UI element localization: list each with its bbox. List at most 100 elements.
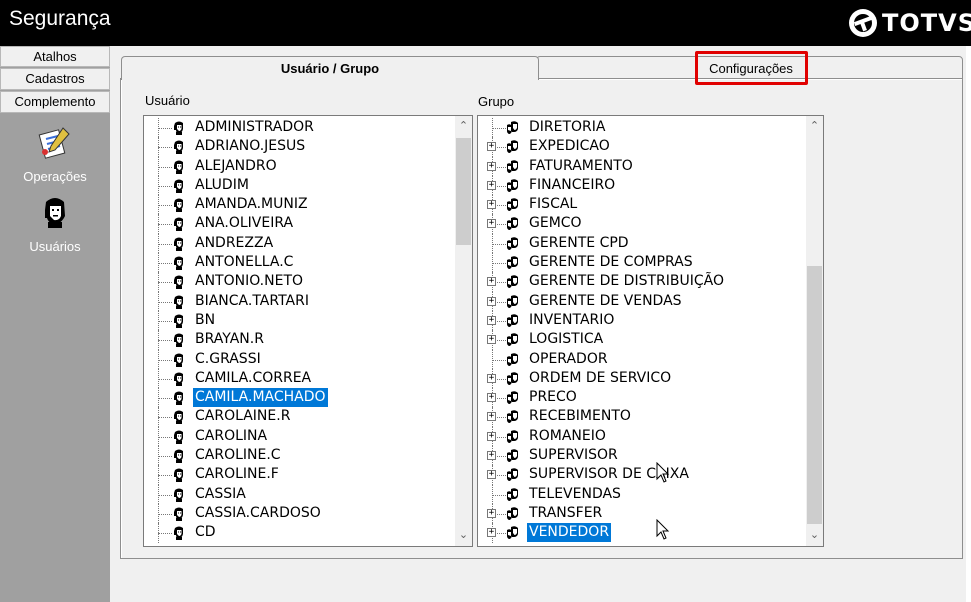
list-item[interactable]: + RECEBIMENTO [478, 407, 806, 427]
list-item[interactable]: + ROMANEIO [478, 426, 806, 447]
expand-icon[interactable]: + [487, 431, 496, 441]
list-item[interactable]: + GERENTE DE VENDAS [478, 291, 806, 311]
list-item[interactable]: DIRETORIA [478, 118, 806, 138]
list-item[interactable]: + FINANCEIRO [478, 175, 806, 196]
group-tree-scrollbar[interactable]: ⌃ ⌄ [806, 116, 823, 546]
list-item[interactable]: BRAYAN.R [144, 330, 455, 350]
list-item[interactable]: + LOGISTICA [478, 330, 806, 350]
list-item[interactable]: AMANDA.MUNIZ [144, 195, 455, 215]
list-item[interactable]: + ORDEM DE SERVICO [478, 368, 806, 389]
tree-line [158, 494, 172, 496]
list-item[interactable]: GERENTE CPD [478, 233, 806, 254]
list-item[interactable]: CAROLAINE.R [144, 407, 455, 427]
scroll-down-icon[interactable]: ⌄ [455, 527, 472, 544]
expand-icon[interactable]: + [487, 451, 496, 461]
list-item-label: FISCAL [529, 196, 578, 213]
list-item[interactable]: BN [144, 310, 455, 331]
list-item[interactable]: + SUPERVISOR [478, 446, 806, 466]
expand-icon[interactable]: + [487, 219, 496, 229]
expand-icon[interactable]: + [487, 277, 496, 287]
expand-icon[interactable]: + [487, 200, 496, 210]
list-item[interactable]: ADRIANO.JESUS [144, 137, 455, 157]
list-item-label: BN [195, 311, 216, 328]
tab-usuario-grupo[interactable]: Usuário / Grupo [121, 56, 539, 80]
list-item[interactable]: + VENDEDOR [478, 523, 806, 543]
tree-line [492, 359, 506, 361]
list-item[interactable]: BIANCA.TARTARI [144, 291, 455, 311]
list-item[interactable]: ALUDIM [144, 175, 455, 196]
title-bar: Segurança TOTVS [0, 0, 971, 46]
list-item-label: CAROLAINE.R [195, 408, 291, 425]
window-title: Segurança [9, 7, 111, 30]
list-item[interactable]: ANA.OLIVEIRA [144, 214, 455, 234]
expand-icon[interactable]: + [487, 412, 496, 422]
tab-cadastros[interactable]: Cadastros [0, 68, 110, 90]
list-item-label: GERENTE DE COMPRAS [529, 254, 693, 271]
sidebar-item-usuarios[interactable]: Usuários [0, 194, 110, 254]
list-item[interactable]: ANTONELLA.C [144, 253, 455, 273]
user-icon [174, 295, 183, 309]
expand-icon[interactable]: + [487, 470, 496, 480]
expand-icon[interactable]: + [487, 393, 496, 403]
tab-complemento[interactable]: Complemento [0, 91, 110, 113]
list-item-label: TRANSFER [529, 504, 603, 521]
list-item-label: PRECO [529, 389, 577, 406]
expand-icon[interactable]: + [487, 373, 496, 383]
group-icon [507, 121, 518, 134]
list-item[interactable]: OPERADOR [478, 349, 806, 369]
list-item[interactable]: + SUPERVISOR DE CAIXA [478, 465, 806, 485]
list-item[interactable]: ANTONIO.NETO [144, 272, 455, 292]
list-item[interactable]: + GERENTE DE DISTRIBUIÇÃO [478, 272, 806, 292]
list-item-label: C.GRASSI [195, 350, 261, 367]
scroll-up-icon[interactable]: ⌃ [806, 118, 823, 135]
list-item[interactable]: CASSIA [144, 484, 455, 504]
list-item[interactable]: + TRANSFER [478, 503, 806, 524]
list-item[interactable]: + GEMCO [478, 214, 806, 234]
user-tree-scrollbar[interactable]: ⌃ ⌄ [455, 116, 472, 546]
list-item[interactable]: GERENTE DE COMPRAS [478, 253, 806, 273]
expand-icon[interactable]: + [487, 528, 496, 538]
list-item-label: AMANDA.MUNIZ [195, 196, 308, 213]
expand-icon[interactable]: + [487, 161, 496, 171]
list-item[interactable]: TELEVENDAS [478, 484, 806, 504]
group-tree[interactable]: DIRETORIA + EXPEDICAO + FATURAMENTO + FINANCEI… [477, 115, 824, 547]
expand-icon[interactable]: + [487, 296, 496, 306]
scroll-up-icon[interactable]: ⌃ [455, 118, 472, 135]
user-icon [174, 353, 183, 367]
user-icon [174, 217, 183, 232]
operations-icon [38, 127, 70, 159]
user-icon [174, 468, 183, 483]
list-item[interactable]: CAROLINE.C [144, 446, 455, 466]
scroll-thumb[interactable] [456, 138, 471, 245]
list-item[interactable]: CAMILA.CORREA [144, 368, 455, 389]
expand-icon[interactable]: + [487, 180, 496, 190]
expand-icon[interactable]: + [487, 142, 496, 152]
group-icon [507, 314, 518, 327]
user-icon [174, 449, 183, 464]
sidebar-item-operacoes[interactable]: Operações [0, 124, 110, 184]
list-item[interactable]: CASSIA.CARDOSO [144, 503, 455, 524]
list-item[interactable]: CAMILA.MACHADO [144, 388, 455, 408]
expand-icon[interactable]: + [487, 508, 496, 518]
list-item[interactable]: ANDREZZA [144, 233, 455, 254]
list-item[interactable]: CAROLINA [144, 426, 455, 447]
list-item[interactable]: + EXPEDICAO [478, 137, 806, 157]
list-item-label: GEMCO [529, 215, 582, 232]
list-item[interactable]: + FATURAMENTO [478, 156, 806, 176]
group-icon [507, 333, 518, 347]
list-item[interactable]: + INVENTARIO [478, 310, 806, 331]
list-item[interactable]: ALEJANDRO [144, 156, 455, 176]
list-item[interactable]: + FISCAL [478, 195, 806, 215]
expand-icon[interactable]: + [487, 335, 496, 345]
tab-atalhos[interactable]: Atalhos [0, 46, 110, 67]
user-tree[interactable]: ADMINISTRADOR ADRIANO.JESUS ALEJANDRO ALUDI… [143, 115, 473, 547]
scroll-thumb[interactable] [807, 266, 822, 524]
list-item[interactable]: CAROLINE.F [144, 465, 455, 485]
expand-icon[interactable]: + [487, 315, 496, 325]
list-item[interactable]: CD [144, 523, 455, 543]
scroll-down-icon[interactable]: ⌄ [806, 527, 823, 544]
list-item[interactable]: C.GRASSI [144, 349, 455, 369]
list-item[interactable]: + PRECO [478, 388, 806, 408]
list-item[interactable]: ADMINISTRADOR [144, 118, 455, 138]
grupo-label: Grupo [478, 94, 515, 109]
